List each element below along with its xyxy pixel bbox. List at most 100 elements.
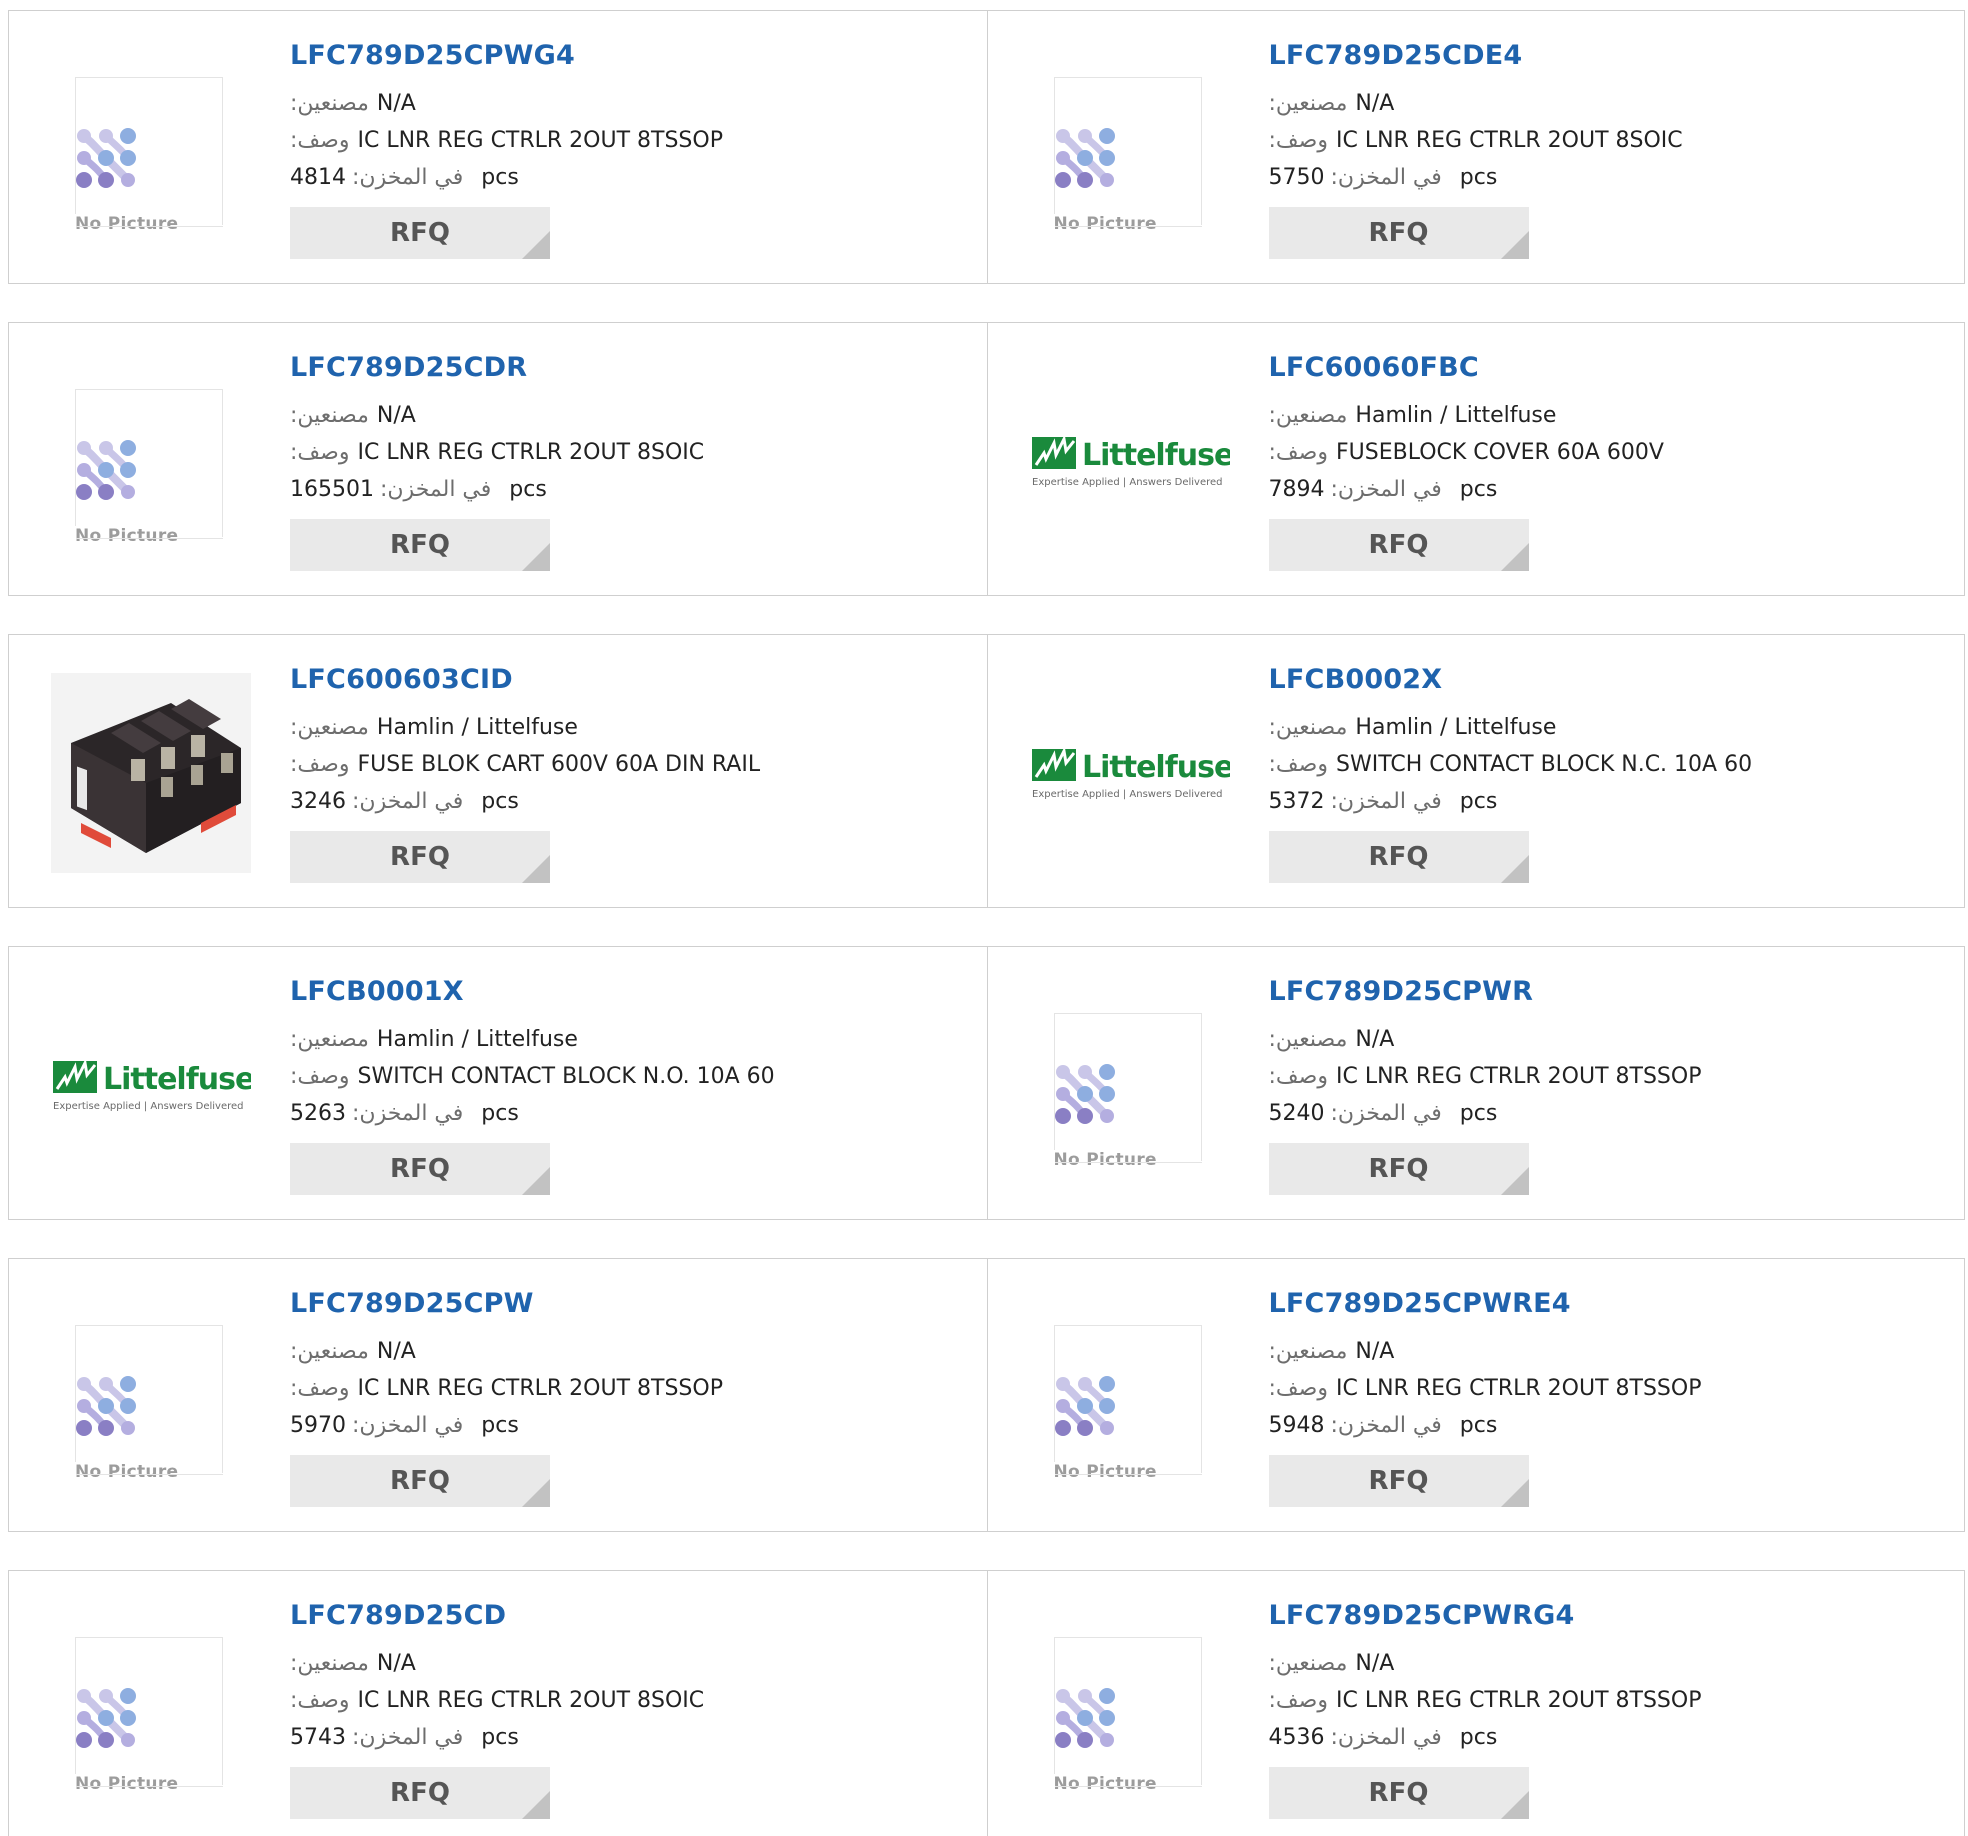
logo-brand-text: Littelfuse xyxy=(1082,438,1230,473)
product-row: No Picture LFC789D25CPWG4 مصنعين: N/A وصف: IC… xyxy=(8,10,1965,284)
product-card: Littelfuse Expertise Applied | Answers De… xyxy=(986,635,1965,907)
product-thumbnail[interactable] xyxy=(51,673,251,873)
no-picture-label: No Picture xyxy=(75,526,185,546)
description-value: IC LNR REG CTRLR 2OUT 8TSSOP xyxy=(1336,1688,1702,1713)
manufacturer-label: مصنعين: xyxy=(1268,1651,1348,1676)
rfq-button[interactable]: RFQ xyxy=(1268,1767,1529,1819)
stock-value: 5240 xyxy=(1268,1101,1325,1126)
rfq-button[interactable]: RFQ xyxy=(1268,1143,1529,1195)
product-row: LFC600603CID مصنعين: Hamlin / Littelfuse وص… xyxy=(8,634,1965,908)
description-label: وصف: xyxy=(1268,1064,1329,1089)
manufacturer-line: مصنعين: N/A xyxy=(290,1645,704,1682)
part-number-link[interactable]: LFC789D25CPW xyxy=(290,1287,723,1321)
rfq-button[interactable]: RFQ xyxy=(290,1767,550,1819)
logo-tagline-text: Expertise Applied | Answers Delivered xyxy=(53,1101,244,1112)
description-label: وصف: xyxy=(1268,752,1329,777)
rfq-button[interactable]: RFQ xyxy=(1268,1455,1529,1507)
part-number-link[interactable]: LFC600603CID xyxy=(290,663,760,697)
rfq-button[interactable]: RFQ xyxy=(290,1455,550,1507)
no-picture-label: No Picture xyxy=(75,1774,185,1794)
rfq-button[interactable]: RFQ xyxy=(290,519,550,571)
part-number-link[interactable]: LFC789D25CPWR xyxy=(1269,975,1702,1009)
rfq-corner-icon xyxy=(1500,1167,1529,1195)
no-picture-icon xyxy=(76,440,136,500)
rfq-button[interactable]: RFQ xyxy=(290,207,550,259)
description-value: IC LNR REG CTRLR 2OUT 8SOIC xyxy=(1336,128,1683,153)
product-row: No Picture LFC789D25CD مصنعين: N/A وصف: IC LN… xyxy=(8,1570,1965,1836)
stock-line: 5240 في المخزن: pcs xyxy=(1269,1095,1702,1132)
part-number-link[interactable]: LFC60060FBC xyxy=(1269,351,1664,385)
rfq-corner-icon xyxy=(1500,543,1529,571)
no-picture-label: No Picture xyxy=(75,214,185,234)
product-card: No Picture LFC789D25CPWG4 مصنعين: N/A وصف: IC… xyxy=(9,11,987,283)
no-picture-icon xyxy=(76,128,136,188)
rfq-corner-icon xyxy=(1500,231,1529,259)
manufacturer-value: N/A xyxy=(1355,1027,1395,1052)
rfq-button-label: RFQ xyxy=(1368,842,1429,872)
stock-unit: pcs xyxy=(481,789,519,814)
description-value: IC LNR REG CTRLR 2OUT 8TSSOP xyxy=(1336,1064,1702,1089)
manufacturer-label: مصنعين: xyxy=(290,1027,369,1052)
product-thumbnail[interactable]: Littelfuse Expertise Applied | Answers De… xyxy=(1030,361,1230,561)
part-number-link[interactable]: LFCB0002X xyxy=(1269,663,1753,697)
stock-unit: pcs xyxy=(481,1101,519,1126)
stock-label: في المخزن: xyxy=(352,1725,464,1750)
rfq-corner-icon xyxy=(1500,1791,1529,1819)
description-value: SWITCH CONTACT BLOCK N.C. 10A 60 xyxy=(1336,752,1753,777)
rfq-button-label: RFQ xyxy=(390,1466,450,1496)
manufacturer-line: مصنعين: Hamlin / Littelfuse xyxy=(290,1021,775,1058)
part-number-link[interactable]: LFC789D25CPWRE4 xyxy=(1269,1287,1702,1321)
littelfuse-logo: Littelfuse Expertise Applied | Answers De… xyxy=(53,1058,251,1112)
description-value: FUSE BLOK CART 600V 60A DIN RAIL xyxy=(357,752,761,777)
part-number-link[interactable]: LFC789D25CDR xyxy=(290,351,704,385)
stock-unit: pcs xyxy=(481,1725,519,1750)
product-thumbnail[interactable]: Littelfuse Expertise Applied | Answers De… xyxy=(51,985,251,1185)
manufacturer-value: N/A xyxy=(1355,1651,1395,1676)
manufacturer-label: مصنعين: xyxy=(1268,403,1348,428)
description-line: وصف: IC LNR REG CTRLR 2OUT 8SOIC xyxy=(290,434,704,471)
part-number-link[interactable]: LFC789D25CPWRG4 xyxy=(1269,1599,1702,1633)
rfq-corner-icon xyxy=(522,1479,550,1507)
rfq-button[interactable]: RFQ xyxy=(1268,519,1529,571)
no-picture-label: No Picture xyxy=(1053,1462,1163,1482)
manufacturer-line: مصنعين: N/A xyxy=(290,397,704,434)
rfq-button-label: RFQ xyxy=(390,1778,450,1808)
stock-value: 5743 xyxy=(290,1725,346,1750)
part-number-link[interactable]: LFC789D25CD xyxy=(290,1599,704,1633)
stock-value: 5948 xyxy=(1268,1413,1325,1438)
no-picture-label: No Picture xyxy=(75,1462,185,1482)
part-number-link[interactable]: LFC789D25CDE4 xyxy=(1269,39,1683,73)
rfq-button[interactable]: RFQ xyxy=(1268,831,1529,883)
product-info: LFCB0001X مصنعين: Hamlin / Littelfuse وصف: S… xyxy=(290,975,775,1195)
rfq-button[interactable]: RFQ xyxy=(290,1143,550,1195)
rfq-button[interactable]: RFQ xyxy=(1268,207,1529,259)
rfq-button-label: RFQ xyxy=(1368,1466,1429,1496)
description-value: IC LNR REG CTRLR 2OUT 8TSSOP xyxy=(357,128,723,153)
stock-unit: pcs xyxy=(481,165,519,190)
product-info: LFC789D25CPWG4 مصنعين: N/A وصف: IC LNR REG C… xyxy=(290,39,723,259)
no-picture-icon xyxy=(76,1376,136,1436)
no-picture-label: No Picture xyxy=(1053,214,1163,234)
description-label: وصف: xyxy=(290,440,350,465)
product-thumbnail[interactable]: Littelfuse Expertise Applied | Answers De… xyxy=(1030,673,1230,873)
description-label: وصف: xyxy=(290,1064,350,1089)
description-value: IC LNR REG CTRLR 2OUT 8TSSOP xyxy=(357,1376,723,1401)
logo-tagline-text: Expertise Applied | Answers Delivered xyxy=(1032,789,1223,800)
logo-brand-text: Littelfuse xyxy=(1082,750,1230,785)
stock-line: 3246 في المخزن: pcs xyxy=(290,783,760,820)
stock-label: في المخزن: xyxy=(1330,1101,1442,1126)
product-card: No Picture LFC789D25CDE4 مصنعين: N/A وصف: IC … xyxy=(986,11,1965,283)
part-number-link[interactable]: LFC789D25CPWG4 xyxy=(290,39,723,73)
rfq-button[interactable]: RFQ xyxy=(290,831,550,883)
stock-unit: pcs xyxy=(1459,477,1498,502)
stock-label: في المخزن: xyxy=(352,789,464,814)
product-info: LFC600603CID مصنعين: Hamlin / Littelfuse وص… xyxy=(290,663,760,883)
stock-unit: pcs xyxy=(1459,1101,1498,1126)
description-value: IC LNR REG CTRLR 2OUT 8SOIC xyxy=(357,440,705,465)
manufacturer-line: مصنعين: Hamlin / Littelfuse xyxy=(1269,397,1664,434)
stock-line: 5948 في المخزن: pcs xyxy=(1269,1407,1702,1444)
stock-label: في المخزن: xyxy=(1330,165,1442,190)
manufacturer-line: مصنعين: N/A xyxy=(1269,1021,1702,1058)
manufacturer-label: مصنعين: xyxy=(290,403,369,428)
part-number-link[interactable]: LFCB0001X xyxy=(290,975,775,1009)
